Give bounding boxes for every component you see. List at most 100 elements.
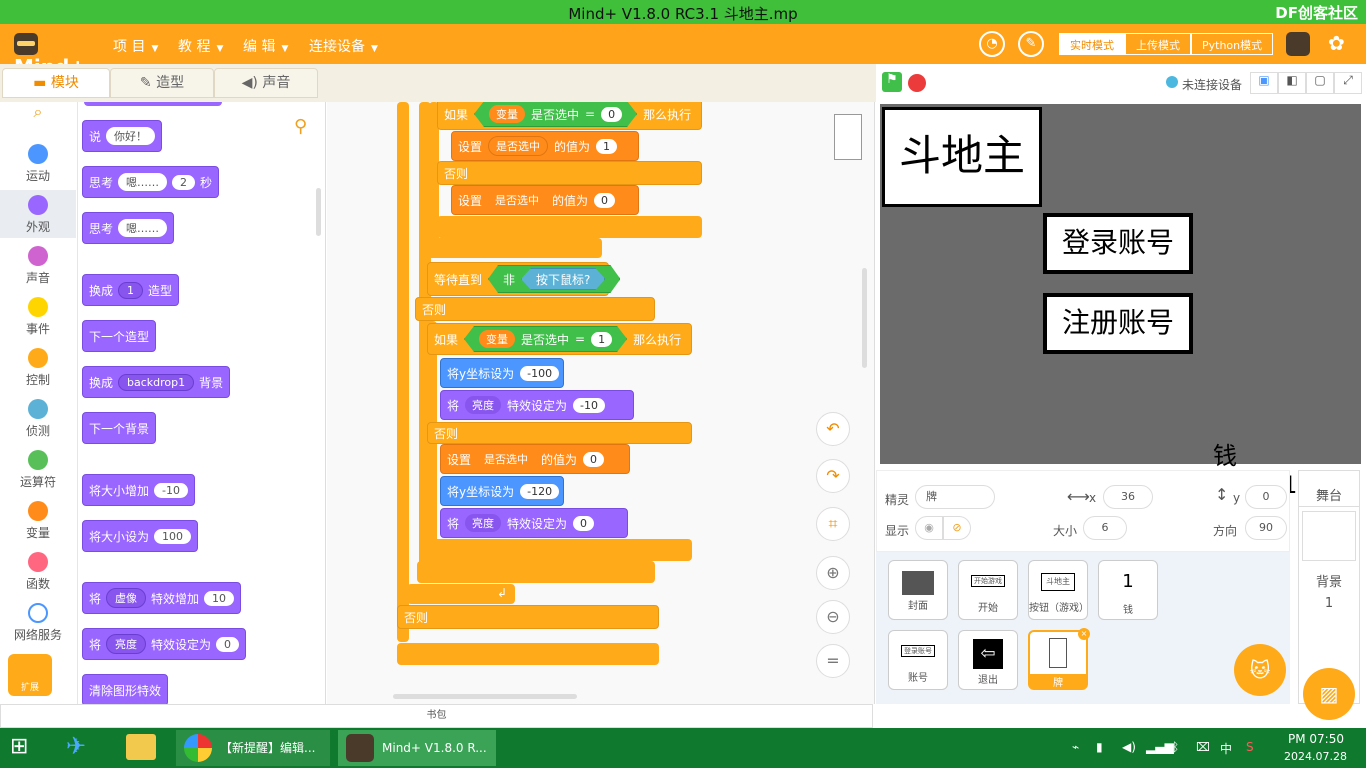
block-next-backdrop[interactable]: 下一个背景 bbox=[82, 412, 157, 444]
mode-python[interactable]: Python模式 bbox=[1191, 33, 1274, 55]
if-block-1[interactable]: 如果 变量 是否选中 = 0 那么执行 bbox=[437, 102, 702, 130]
if-block-2[interactable]: 如果 变量 是否选中 = 1 那么执行 bbox=[427, 323, 692, 355]
login-button[interactable]: 登录账号 bbox=[1043, 213, 1193, 274]
tray-bluetooth-icon[interactable]: ᛒ bbox=[1172, 740, 1179, 754]
stop-icon[interactable] bbox=[908, 74, 926, 92]
undo-icon[interactable]: ↶ bbox=[816, 412, 850, 446]
tray-usb-icon[interactable]: ⌁ bbox=[1072, 740, 1079, 754]
pin-icon[interactable]: ⚲ bbox=[294, 116, 307, 137]
sprite-name-field[interactable]: 牌 bbox=[915, 485, 995, 509]
palette-scrollbar[interactable] bbox=[316, 188, 321, 236]
menu-edit[interactable]: 编 辑 ▼ bbox=[243, 36, 288, 56]
set-y-block-2[interactable]: 将y坐标设为 -120 bbox=[440, 476, 564, 506]
set-y-block-1[interactable]: 将y坐标设为 -100 bbox=[440, 358, 564, 388]
delete-sprite-icon[interactable]: × bbox=[1078, 628, 1090, 640]
redo-icon[interactable]: ↷ bbox=[816, 459, 850, 493]
category-events[interactable]: 事件 bbox=[0, 297, 76, 337]
block-set-size[interactable]: 将大小设为 100 bbox=[82, 520, 199, 552]
block-switch-costume[interactable]: 换成 1 造型 bbox=[82, 274, 180, 306]
taskbar-item-mindplus[interactable]: Mind+ V1.8.0 R... bbox=[338, 730, 496, 766]
category-control[interactable]: 控制 bbox=[0, 348, 76, 388]
block-next-costume[interactable]: 下一个造型 bbox=[82, 320, 157, 352]
tray-volume-icon[interactable]: ◀) bbox=[1122, 740, 1136, 754]
taskbar-item-browser[interactable]: 【新提醒】编辑... bbox=[176, 730, 330, 766]
set-effect-block-2[interactable]: 将亮度 特效设定为 0 bbox=[440, 508, 628, 538]
size-field[interactable]: 6 bbox=[1083, 516, 1127, 540]
menu-project[interactable]: 项 目 ▼ bbox=[113, 36, 158, 56]
backdrop-thumbnail[interactable] bbox=[1302, 511, 1356, 561]
file-explorer-icon[interactable] bbox=[126, 734, 156, 760]
category-sensing[interactable]: 侦测 bbox=[0, 399, 76, 439]
category-variables[interactable]: 变量 bbox=[0, 501, 76, 541]
sprite-tile-account[interactable]: 登录账号 账号 bbox=[888, 630, 948, 690]
hide-eye-icon[interactable]: ⊘ bbox=[943, 516, 971, 540]
sprite-tile-button[interactable]: 斗地主 按钮（游戏） bbox=[1028, 560, 1089, 620]
windows-start-icon[interactable]: ⊞ bbox=[10, 734, 28, 759]
zoom-in-icon[interactable]: ⊕ bbox=[816, 556, 850, 590]
block-set-effect[interactable]: 将亮度 特效设定为 0 bbox=[82, 628, 247, 660]
extension-button[interactable]: 扩展 bbox=[8, 654, 52, 696]
script-vertical-scrollbar[interactable] bbox=[862, 268, 867, 368]
block-clear-effects[interactable]: 清除图形特效 bbox=[82, 674, 169, 704]
block-think-secs[interactable]: 思考 嗯…… 2 秒 bbox=[82, 166, 220, 198]
gear-icon[interactable]: ✿ bbox=[1328, 31, 1345, 55]
tray-network-icon[interactable]: ⌧ bbox=[1196, 740, 1210, 754]
zoom-reset-icon[interactable]: = bbox=[816, 644, 850, 678]
sprite-tile-cover[interactable]: 封面 bbox=[888, 560, 948, 620]
stage[interactable]: 斗地主 登录账号 注册账号 钱 :11111111 bbox=[880, 104, 1361, 499]
category-network[interactable]: 网络服务 bbox=[0, 603, 76, 643]
set-var-block-3[interactable]: 设置 是否选中 的值为 0 bbox=[440, 444, 630, 474]
dashboard-icon[interactable]: ◔ bbox=[979, 31, 1005, 57]
ime-indicator[interactable]: 中 bbox=[1220, 740, 1232, 757]
zoom-out-icon[interactable]: ⊖ bbox=[816, 600, 850, 634]
x-field[interactable]: 36 bbox=[1103, 485, 1153, 509]
tab-costumes[interactable]: ✎ 造型 bbox=[110, 68, 214, 98]
category-operators[interactable]: 运算符 bbox=[0, 450, 76, 490]
category-sound[interactable]: 声音 bbox=[0, 246, 76, 286]
bird-app-icon[interactable]: ✈ bbox=[66, 732, 86, 760]
block-think[interactable]: 思考 嗯…… bbox=[82, 212, 175, 244]
wait-until-block[interactable]: 等待直到 非按下鼠标? bbox=[427, 262, 609, 296]
block-switch-backdrop[interactable]: 换成 backdrop1 背景 bbox=[82, 366, 231, 398]
search-icon[interactable]: ⌕ bbox=[0, 102, 76, 122]
tab-sounds[interactable]: ◀) 声音 bbox=[214, 68, 318, 98]
large-stage-icon[interactable]: ◧ bbox=[1278, 72, 1306, 94]
category-functions[interactable]: 函数 bbox=[0, 552, 76, 592]
stage-title-card[interactable]: 斗地主 bbox=[882, 107, 1042, 207]
stage-only-icon[interactable]: ▢ bbox=[1306, 72, 1334, 94]
edit-icon[interactable]: ✎ bbox=[1018, 31, 1044, 57]
direction-field[interactable]: 90 bbox=[1245, 516, 1287, 540]
tray-signal-icon[interactable]: ▂▄▆ bbox=[1146, 740, 1174, 754]
sprite-tile-card[interactable]: 牌 × bbox=[1028, 628, 1090, 690]
sprite-tile-exit[interactable]: ⇦ 退出 bbox=[958, 630, 1018, 690]
menu-connect-device[interactable]: 连接设备 ▼ bbox=[309, 36, 378, 56]
block-say[interactable]: 说你好！ bbox=[82, 120, 163, 152]
mode-upload[interactable]: 上传模式 bbox=[1125, 33, 1191, 55]
backpack-bar[interactable]: 书包 bbox=[0, 704, 873, 728]
show-eye-icon[interactable]: ◉ bbox=[915, 516, 943, 540]
tray-battery-icon[interactable]: ▮ bbox=[1096, 740, 1103, 754]
add-backdrop-button[interactable]: ▨ bbox=[1303, 668, 1355, 720]
tab-blocks[interactable]: ▬ 模块 bbox=[2, 68, 110, 98]
menu-tutorial[interactable]: 教 程 ▼ bbox=[178, 36, 223, 56]
set-var-block-2[interactable]: 设置 是否选中 的值为 0 bbox=[451, 185, 639, 215]
small-stage-icon[interactable]: ▣ bbox=[1250, 72, 1278, 94]
green-flag-icon[interactable]: ⚑ bbox=[882, 72, 902, 92]
set-effect-block-1[interactable]: 将亮度 特效设定为 -10 bbox=[440, 390, 634, 420]
fullscreen-icon[interactable]: ⤢ bbox=[1334, 72, 1362, 94]
script-horizontal-scrollbar[interactable] bbox=[393, 694, 577, 699]
tray-app-icon[interactable]: S bbox=[1246, 740, 1254, 754]
crop-icon[interactable]: ⌗ bbox=[816, 507, 850, 541]
block-change-effect[interactable]: 将虚像 特效增加 10 bbox=[82, 582, 242, 614]
sprite-tile-money[interactable]: 1钱 bbox=[1098, 560, 1158, 620]
block-change-size[interactable]: 将大小增加 -10 bbox=[82, 474, 195, 506]
add-sprite-button[interactable]: 🐱︎ bbox=[1234, 644, 1286, 696]
avatar[interactable] bbox=[1286, 32, 1310, 56]
register-button[interactable]: 注册账号 bbox=[1043, 293, 1193, 354]
category-motion[interactable]: 运动 bbox=[0, 144, 76, 184]
sprite-tile-start[interactable]: 开始游戏 开始 bbox=[958, 560, 1018, 620]
set-var-block-1[interactable]: 设置 是否选中 的值为 1 bbox=[451, 131, 639, 161]
category-looks[interactable]: 外观 bbox=[0, 190, 76, 238]
y-field[interactable]: 0 bbox=[1245, 485, 1287, 509]
mode-realtime[interactable]: 实时模式 bbox=[1059, 33, 1125, 55]
